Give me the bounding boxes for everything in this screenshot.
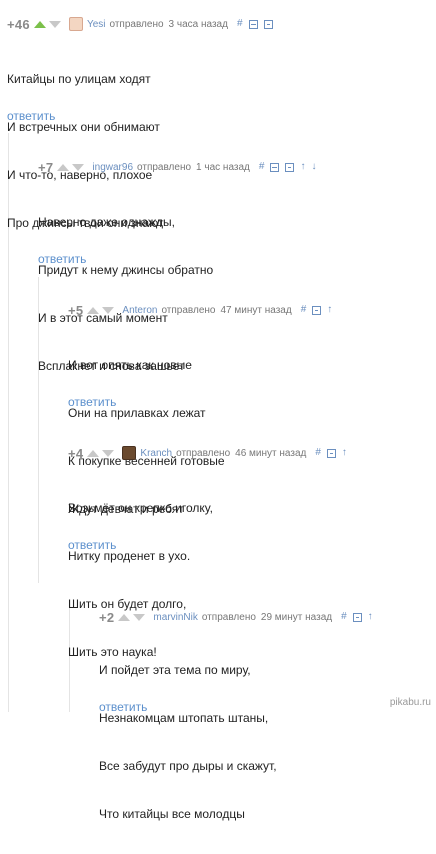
text-line: Возьмёт он крепко иголку, (68, 501, 213, 515)
comment-header: +7 ingwar96 отправлено 1 час назад # ↑ ↓ (38, 159, 322, 175)
arrow-up-icon[interactable]: ↑ (327, 305, 332, 315)
sent-label: отправлено (176, 447, 231, 459)
comment-time[interactable]: 1 час назад (196, 162, 250, 173)
comment-header: +46 Yesi отправлено 3 часа назад # (7, 16, 279, 32)
collapse-icon[interactable] (248, 19, 258, 29)
downvote-icon[interactable] (102, 306, 115, 314)
upvote-icon[interactable] (57, 163, 70, 171)
text-line: Китайцы по улицам ходят (7, 72, 151, 86)
arrow-up-icon[interactable]: ↑ (368, 612, 373, 622)
upvote-icon[interactable] (118, 613, 131, 621)
comment-header: +5 Anteron отправлено 47 минут назад # ↑ (68, 302, 338, 318)
collapse-icon[interactable] (270, 162, 280, 172)
sent-label: отправлено (137, 161, 192, 173)
avatar[interactable] (68, 17, 83, 31)
comment-rating: +5 (68, 302, 84, 318)
comment-author[interactable]: ingwar96 (92, 162, 133, 173)
comment-rating: +46 (7, 16, 30, 32)
comment-author[interactable]: Anteron (122, 305, 157, 316)
save-icon[interactable] (352, 612, 362, 622)
sent-label: отправлено (109, 18, 164, 30)
permalink-icon[interactable]: # (315, 448, 321, 458)
comment-text: И пойдет эта тема по миру, Незнакомцам ш… (99, 630, 277, 854)
text-line: Все забудут про дыры и скажут, (99, 759, 277, 773)
reply-link[interactable]: ответить (7, 109, 55, 123)
comment-time[interactable]: 46 минут назад (235, 448, 306, 459)
comment-time[interactable]: 29 минут назад (261, 612, 332, 623)
comment-author[interactable]: Yesi (87, 19, 106, 30)
watermark: pikabu.ru (389, 697, 431, 708)
save-icon[interactable] (263, 19, 273, 29)
arrow-down-icon[interactable]: ↓ (311, 162, 316, 172)
text-line: И пойдет эта тема по миру, (99, 663, 251, 677)
save-icon[interactable] (326, 448, 336, 458)
upvote-icon[interactable] (87, 306, 100, 314)
text-line: И вот опять как новые (68, 358, 192, 372)
arrow-up-icon[interactable]: ↑ (300, 162, 305, 172)
comment-rating: +4 (68, 445, 84, 461)
comment: +5 Anteron отправлено 47 минут назад # ↑… (68, 302, 428, 517)
comment-tools: # ↑ (301, 305, 339, 315)
comment-time[interactable]: 47 минут назад (220, 305, 291, 316)
reply-link[interactable]: ответить (68, 538, 116, 552)
avatar[interactable] (122, 446, 137, 460)
upvote-icon[interactable] (33, 20, 46, 28)
reply-link[interactable]: ответить (68, 395, 116, 409)
arrow-up-icon[interactable]: ↑ (342, 448, 347, 458)
comment-rating: +2 (99, 609, 115, 625)
reply-link[interactable]: ответить (38, 252, 86, 266)
comment-header: +2 marvinNik отправлено 29 минут назад #… (99, 609, 379, 625)
comment: +2 marvinNik отправлено 29 минут назад #… (99, 609, 429, 822)
sent-label: отправлено (161, 304, 216, 316)
text-line: Наверно даже однажды, (38, 215, 175, 229)
downvote-icon[interactable] (102, 449, 115, 457)
permalink-icon[interactable]: # (259, 162, 265, 172)
comment-author[interactable]: Kranch (140, 448, 172, 459)
comment: +7 ingwar96 отправлено 1 час назад # ↑ ↓… (38, 159, 428, 374)
comment-tools: # (237, 19, 279, 29)
comment-tools: # ↑ (315, 448, 353, 458)
text-line: Что китайцы все молодцы (99, 807, 245, 821)
permalink-icon[interactable]: # (341, 612, 347, 622)
comment-tools: # ↑ (341, 612, 379, 622)
save-icon[interactable] (312, 305, 322, 315)
permalink-icon[interactable]: # (237, 19, 243, 29)
downvote-icon[interactable] (133, 613, 146, 621)
downvote-icon[interactable] (72, 163, 85, 171)
comment-tools: # ↑ ↓ (259, 162, 323, 172)
permalink-icon[interactable]: # (301, 305, 307, 315)
upvote-icon[interactable] (87, 449, 100, 457)
sent-label: отправлено (201, 611, 256, 623)
comment-author[interactable]: marvinNik (153, 612, 197, 623)
comment: +46 Yesi отправлено 3 часа назад # Китай… (7, 16, 427, 230)
save-icon[interactable] (285, 162, 295, 172)
downvote-icon[interactable] (48, 20, 61, 28)
comment-header: +4 Kranch отправлено 46 минут назад # ↑ (68, 445, 353, 461)
comment-rating: +7 (38, 159, 54, 175)
comment-time[interactable]: 3 часа назад (169, 19, 228, 30)
comment: +4 Kranch отправлено 46 минут назад # ↑ … (68, 445, 428, 660)
